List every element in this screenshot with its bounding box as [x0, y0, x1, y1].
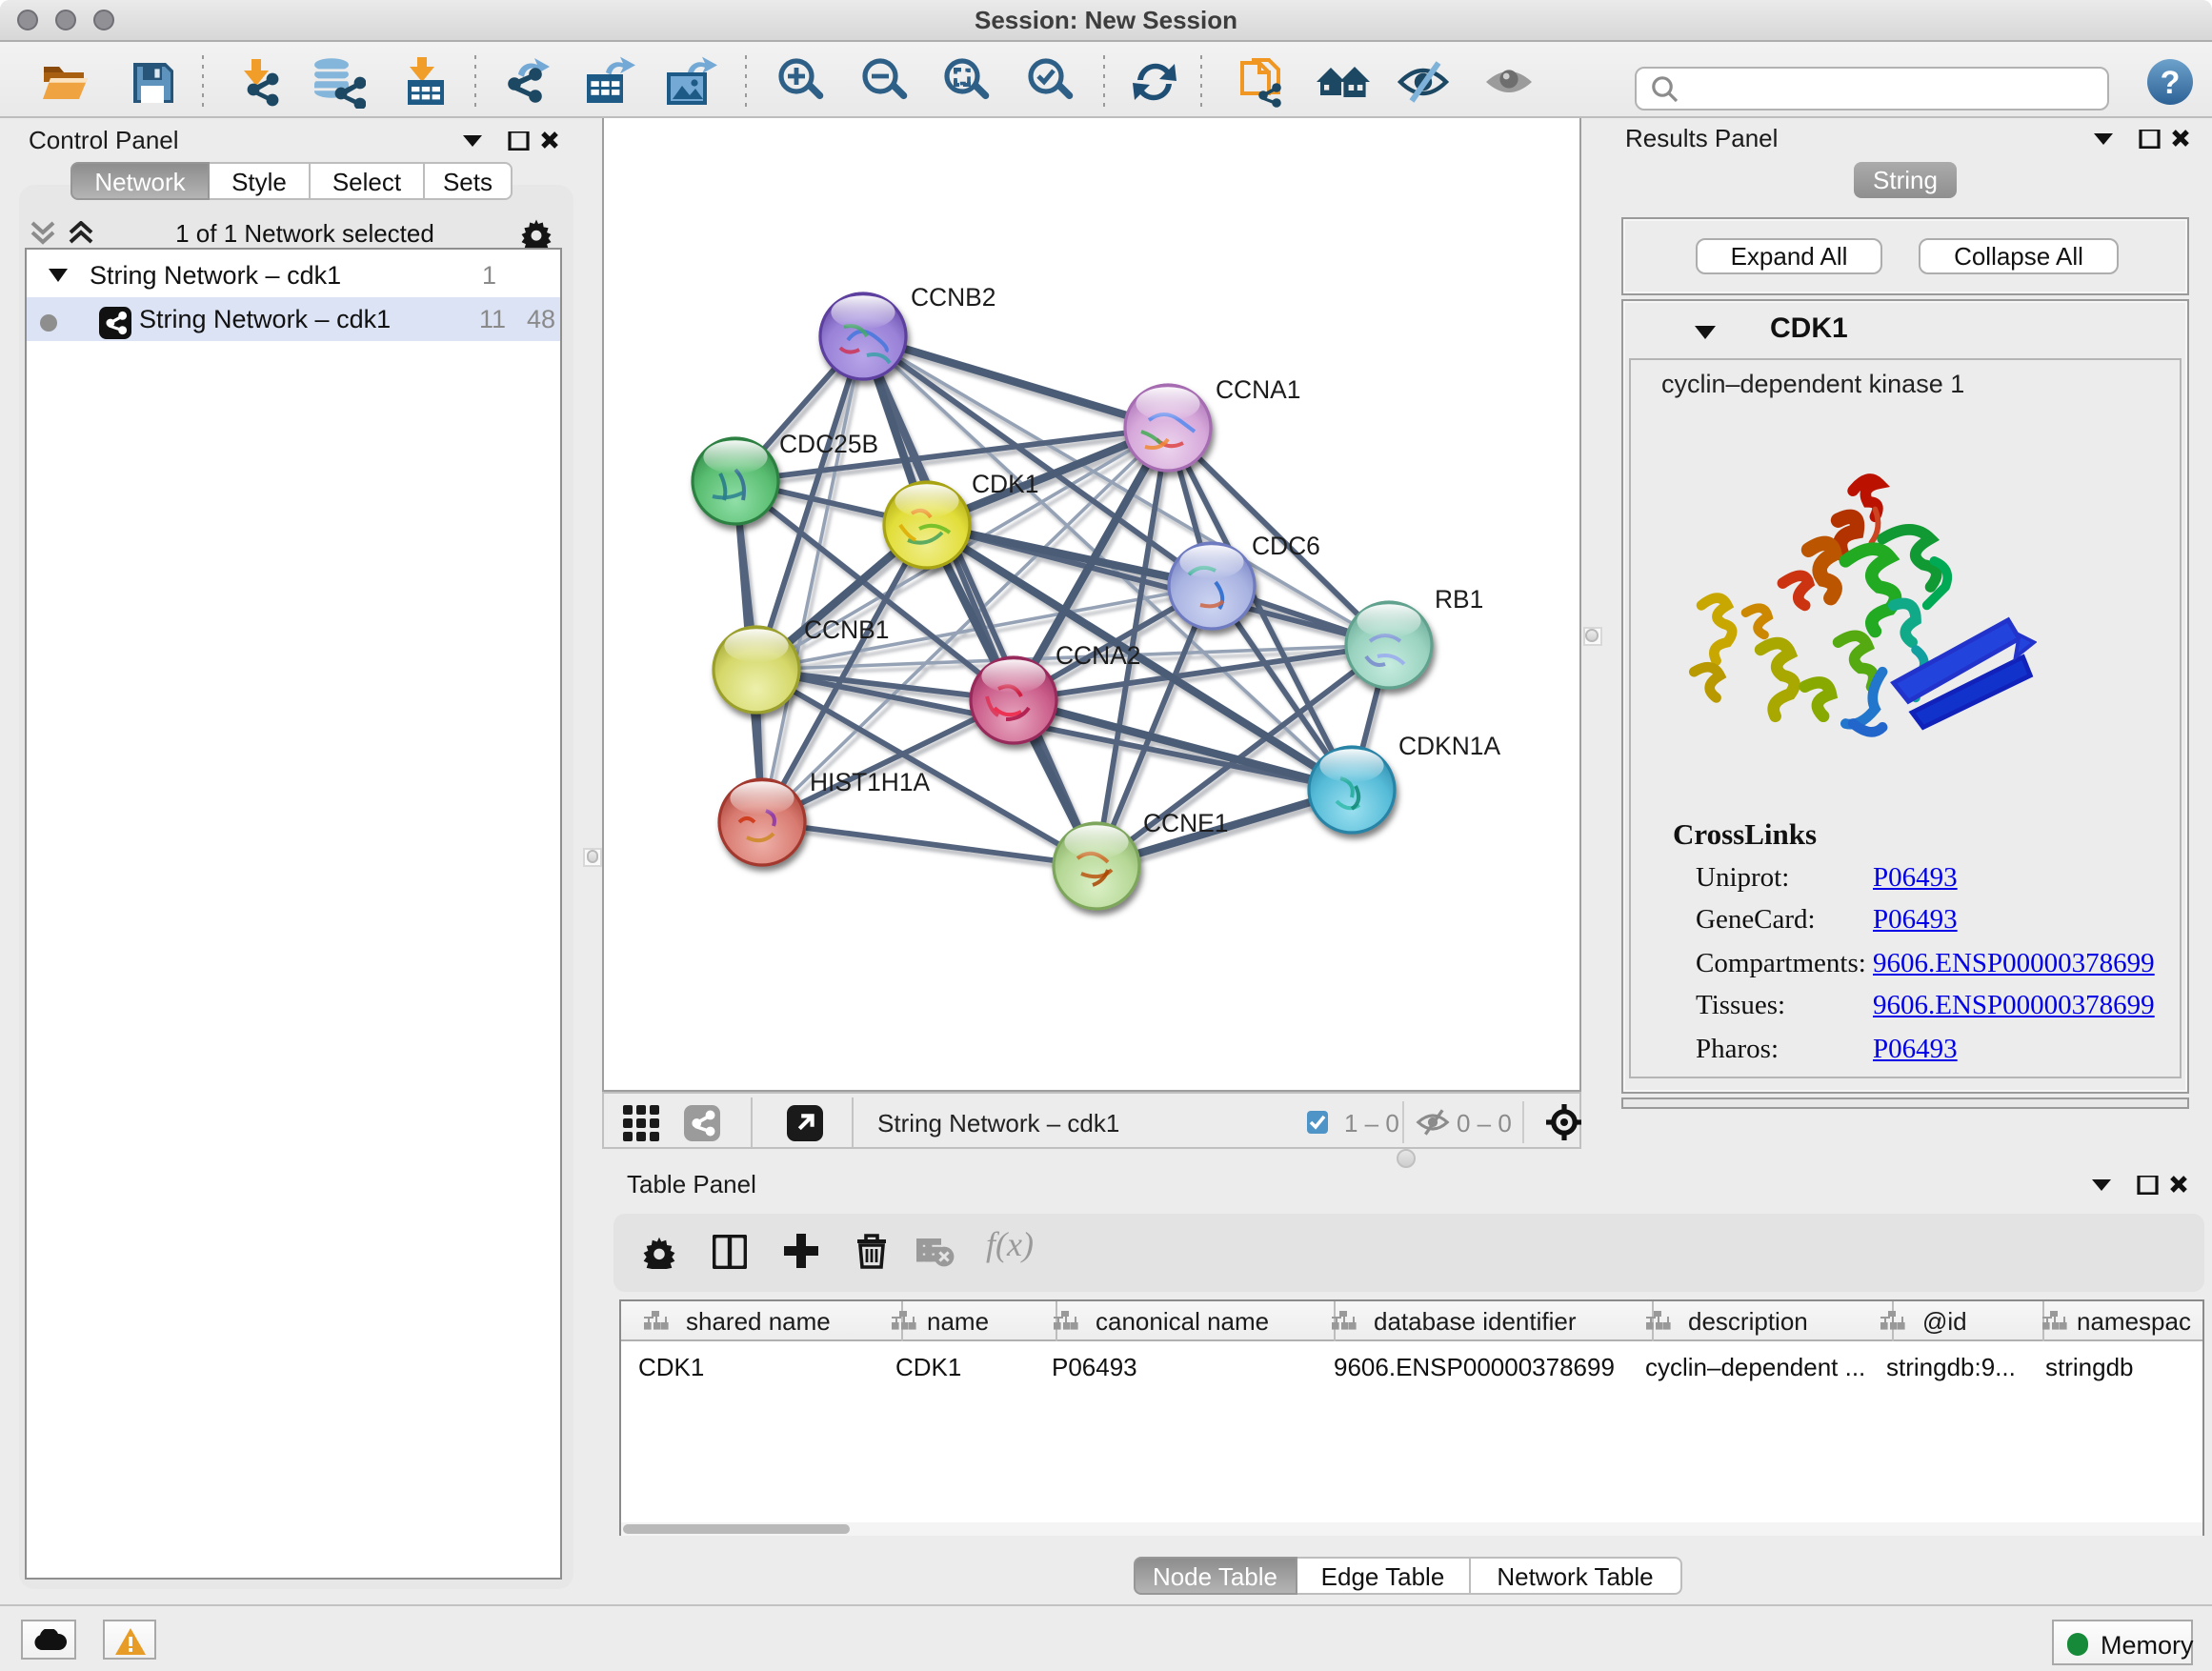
svg-text:CDKN1A: CDKN1A: [1398, 732, 1499, 760]
svg-text:CCNE1: CCNE1: [1142, 809, 1227, 837]
svg-text:CDC6: CDC6: [1251, 532, 1319, 560]
svg-text:RB1: RB1: [1434, 585, 1482, 614]
svg-text:HIST1H1A: HIST1H1A: [809, 768, 930, 796]
svg-text:CCNA2: CCNA2: [1055, 641, 1139, 670]
svg-text:CDK1: CDK1: [971, 470, 1037, 498]
svg-text:CCNB1: CCNB1: [803, 615, 888, 644]
svg-text:CCNB2: CCNB2: [910, 283, 995, 312]
svg-text:?: ?: [2161, 64, 2181, 100]
svg-text:CCNA1: CCNA1: [1215, 375, 1299, 404]
svg-text:CDC25B: CDC25B: [778, 430, 877, 458]
